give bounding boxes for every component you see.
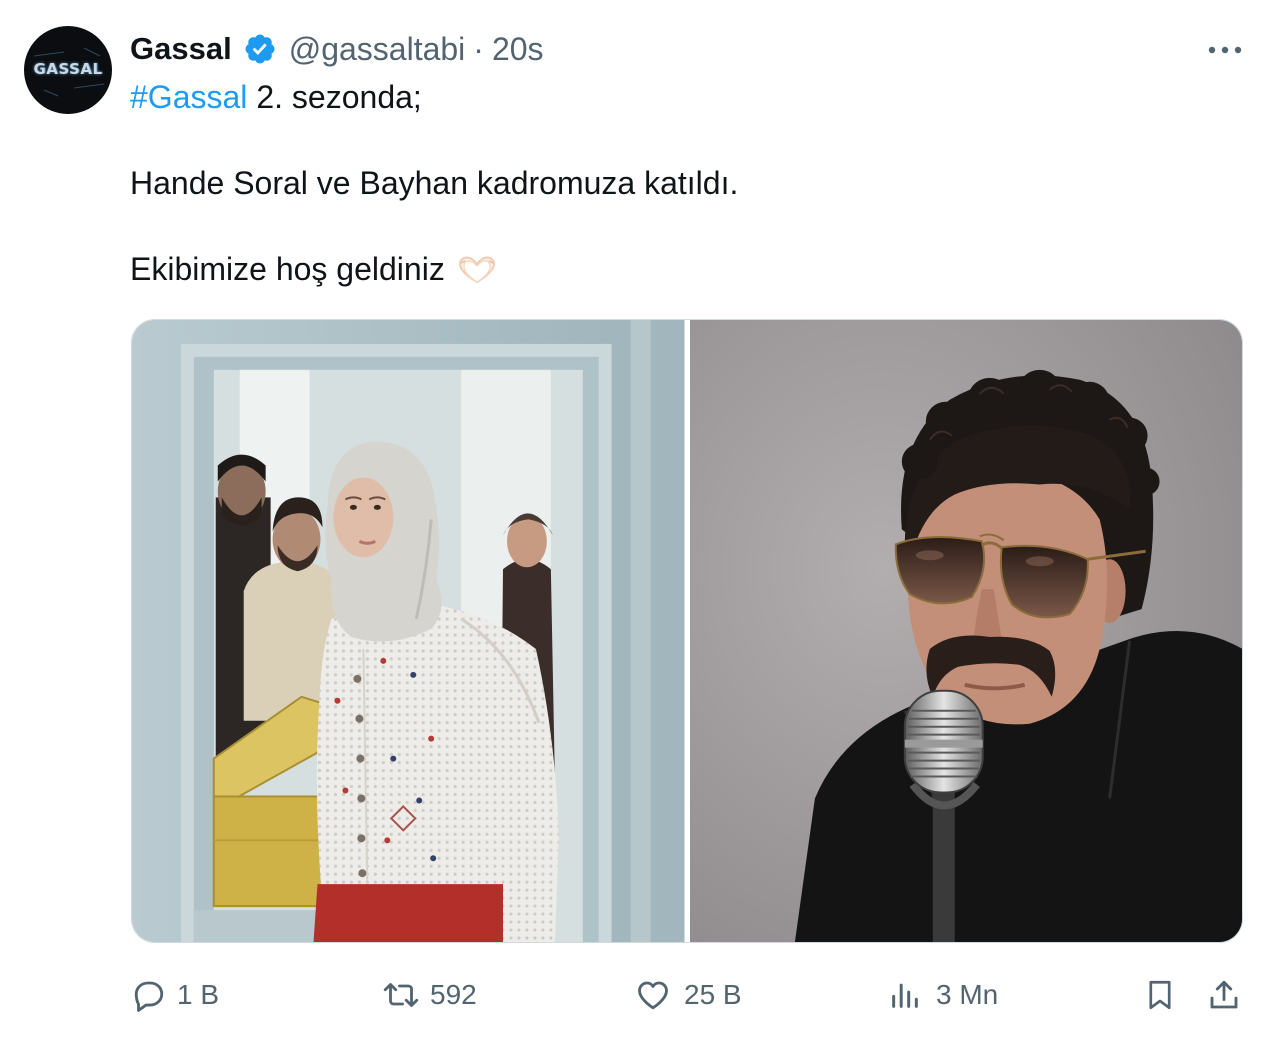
handle-group: @gassaltabi · 20s	[289, 31, 544, 68]
share-icon	[1210, 980, 1238, 1009]
photo-2-image	[689, 320, 1242, 942]
views-button[interactable]: 3 Mn	[888, 975, 998, 1015]
views-count: 3 Mn	[936, 979, 999, 1010]
repost-count: 592	[430, 979, 477, 1010]
bookmark-button[interactable]	[1143, 975, 1177, 1015]
like-icon	[638, 981, 668, 1010]
repost-icon	[383, 983, 419, 1007]
avatar-logo-text: GASSAL	[33, 60, 103, 78]
share-button[interactable]	[1206, 975, 1242, 1015]
tweet-line-1: #Gassal 2. sezonda;	[130, 76, 738, 119]
photo-1-image	[132, 320, 685, 942]
tweet-line-3: Ekibimize hoş geldiniz	[130, 248, 738, 291]
more-button[interactable]	[1204, 36, 1246, 64]
media-photo-1[interactable]	[132, 320, 685, 942]
repost-button[interactable]: 592	[382, 975, 477, 1015]
reply-icon	[134, 981, 164, 1012]
like-button[interactable]: 25 B	[634, 975, 742, 1015]
verified-badge-icon[interactable]	[243, 32, 277, 66]
tweet-line-2: Hande Soral ve Bayhan kadromuza katıldı.	[130, 165, 739, 201]
hashtag-link[interactable]: #Gassal	[130, 79, 247, 115]
tweet-text: #Gassal 2. sezonda; Hande Soral ve Bayhan…	[130, 76, 738, 291]
bookmark-icon	[1149, 980, 1171, 1010]
heart-hands-icon	[458, 256, 495, 284]
like-count: 25 B	[684, 979, 742, 1010]
author-handle[interactable]: @gassaltabi	[289, 31, 466, 68]
tweet-line-1-text: 2. sezonda;	[256, 79, 422, 115]
author-name[interactable]: Gassal	[130, 31, 232, 67]
separator-dot: ·	[473, 30, 484, 67]
tweet-line-3-text: Ekibimize hoş geldiniz	[130, 251, 445, 287]
reply-count: 1 B	[177, 979, 220, 1010]
tweet-header: Gassal @gassaltabi · 20s	[130, 28, 544, 70]
views-icon	[892, 983, 918, 1008]
avatar[interactable]: GASSAL	[24, 26, 112, 114]
media-grid	[131, 319, 1243, 943]
reply-button[interactable]: 1 B	[131, 975, 219, 1015]
media-photo-2[interactable]	[689, 320, 1242, 942]
more-horizontal-icon	[1208, 46, 1242, 54]
post-time[interactable]: 20s	[492, 31, 544, 68]
